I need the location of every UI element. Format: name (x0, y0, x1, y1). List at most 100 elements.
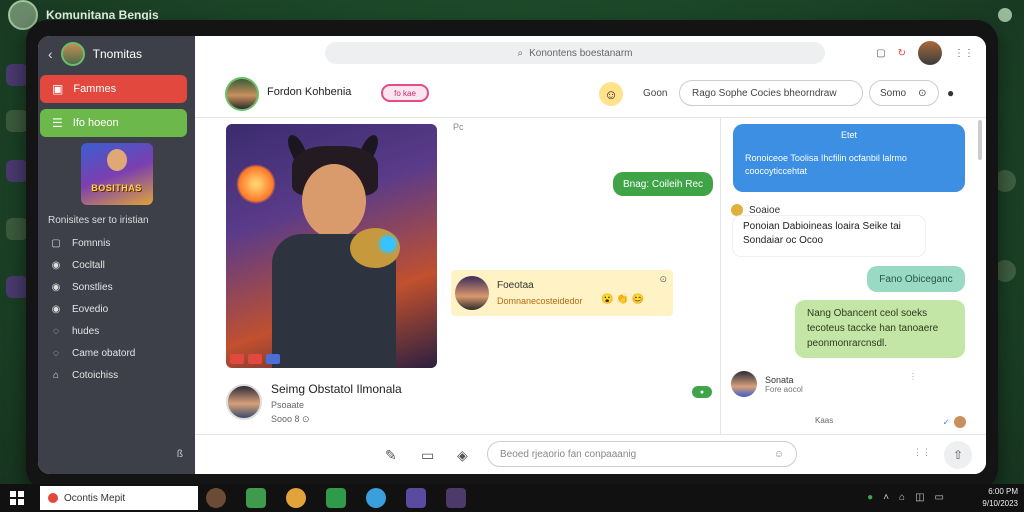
status-badge[interactable]: fo kae (381, 84, 429, 102)
character-gem (380, 236, 396, 252)
taskbar-apps (206, 488, 466, 508)
message-bubble-teal[interactable]: Fano Obiceganc (867, 266, 965, 292)
clock-date: 9/10/2023 (982, 499, 1018, 508)
post-meta: Sooo 8 ⊙ (271, 414, 310, 424)
avatar (954, 416, 966, 428)
message-bubble-white[interactable]: Ponoian Dabioineas loaira Seike tai Sond… (733, 216, 925, 256)
window-icon[interactable]: ▢ (876, 48, 885, 59)
notification-icon[interactable]: ● (947, 86, 954, 100)
refresh-icon[interactable]: ↻ (898, 48, 906, 59)
sidebar-item-3[interactable]: ◉ Eovedio (38, 298, 195, 320)
game-character-image[interactable] (226, 124, 437, 368)
post-subtitle: Psoaate (271, 400, 305, 410)
desktop-app-icon[interactable] (6, 64, 28, 86)
search-icon: ⊙ (918, 87, 927, 99)
message-sender[interactable]: Sonata Fore aocol ⋮ (731, 370, 925, 398)
shield-icon[interactable]: ◈ (457, 447, 468, 464)
battery-icon[interactable]: ▭ (935, 492, 944, 503)
taskbar-app-icon[interactable] (406, 488, 426, 508)
chat-header: Fordon Kohbenia fo kae ☺ Goon Rago Sophe… (195, 72, 986, 118)
sidebar-item-2[interactable]: ◉ Sonstlies (38, 276, 195, 298)
browser-icon[interactable] (286, 488, 306, 508)
sidebar-button-red[interactable]: ▣ Fammes (40, 75, 187, 103)
reaction-icons[interactable]: 😮 👏 😊 (601, 294, 644, 305)
taskbar-app-icon[interactable] (246, 488, 266, 508)
send-icon: ⇧ (952, 448, 964, 462)
sidebar-item-6[interactable]: ⌂ Cotoichiss (38, 364, 195, 386)
chat-header-field-2-text: Somo (880, 87, 907, 99)
game-thumbnail[interactable]: BOSITHAS (80, 143, 153, 205)
emoji-icon[interactable]: ☺ (774, 449, 784, 460)
status-icon[interactable]: ● (867, 492, 873, 503)
sender-name: Sonata (765, 374, 794, 385)
column-divider (720, 118, 721, 434)
scrollbar[interactable] (978, 120, 982, 160)
sidebar-item-label: Came obatord (72, 347, 136, 359)
message-input[interactable]: Beoed rjeaorio fan conpaaanig ☺ (487, 441, 797, 467)
emoji-icon[interactable]: ☺ (599, 82, 623, 106)
taskbar-app-icon[interactable] (326, 488, 346, 508)
image-icon[interactable]: ▭ (421, 447, 434, 464)
message-text: peonmonrarcnsdl. (807, 338, 888, 349)
system-tray: ● ˄ ⌂ ◫ ▭ (867, 492, 944, 503)
desktop-app-icon[interactable] (6, 160, 28, 182)
desktop-status-dot (998, 8, 1012, 22)
unread-badge: ● (692, 386, 712, 398)
sidebar-item-0[interactable]: ▢ Fomnnis (38, 232, 195, 254)
avatar[interactable] (918, 41, 942, 65)
shared-card[interactable]: Foeotaa Domnanecosteidedor 😮 👏 😊 ⊙ (451, 270, 673, 316)
back-icon[interactable]: ‹ (48, 46, 53, 62)
more-icon[interactable]: ⋮⋮ (913, 447, 931, 458)
chat-app-window: ‹ Tnomitas ▣ Fammes ☰ Ifo hoeon BOSITHAS… (38, 36, 986, 474)
up-arrow-icon[interactable]: ˄ (883, 492, 889, 503)
sidebar-item-5[interactable]: ◌ Came obatord (38, 342, 195, 364)
composer: ✎ ▭ ◈ Beoed rjeaorio fan conpaaanig ☺ ⋮⋮… (195, 434, 986, 474)
search-input[interactable]: ⌕ Konontens boestanarm (325, 42, 825, 64)
pen-icon[interactable]: ✎ (385, 447, 397, 464)
send-button[interactable]: ⇧ (944, 441, 972, 469)
avatar (455, 276, 489, 310)
network-icon[interactable]: ⌂ (899, 492, 905, 503)
message-bubble-blue[interactable]: Etet Ronoiceoe Toolisa Ihcfilin ocfanbil… (733, 124, 965, 192)
desktop-app-icon[interactable] (6, 276, 28, 298)
more-icon[interactable]: ⋮ (909, 372, 917, 381)
avatar[interactable] (60, 42, 85, 66)
volume-icon[interactable]: ◫ (915, 492, 924, 503)
taskbar-clock[interactable]: 6:00 PM 9/10/2023 (982, 486, 1018, 510)
desktop-app-icon[interactable] (6, 218, 28, 240)
message-text: coocoyticcehtat (745, 166, 808, 176)
message-tail-text: Kaas (815, 416, 834, 425)
clock-time: 6:00 PM (988, 487, 1018, 496)
message-header: Etet (840, 130, 857, 140)
game-character (106, 149, 127, 171)
home-icon: ⌂ (52, 369, 60, 381)
pin-icon[interactable]: ⊙ (659, 274, 667, 285)
taskbar-app-icon[interactable] (206, 488, 226, 508)
avatar[interactable] (225, 77, 259, 111)
desktop-app-icon[interactable] (6, 110, 28, 132)
sidebar-item-1[interactable]: ◉ Cocltall (38, 254, 195, 276)
sidebar-bottom-icon[interactable]: ß (177, 449, 183, 460)
sidebar-item-label: Fomnnis (72, 237, 111, 249)
message-sender: Soaioe (731, 204, 780, 216)
sidebar-item-4[interactable]: ◌ hudes (38, 320, 195, 342)
chat-header-field[interactable]: Rago Sophe Cocies bheorndraw (679, 80, 863, 106)
chat-header-field-2[interactable]: Somo ⊙ (869, 80, 939, 106)
message-bubble-light-green[interactable]: Nang Obancent ceol soeks tecoteus taccke… (795, 300, 965, 358)
image-badges (230, 354, 280, 364)
more-icon[interactable]: ⋮⋮ (954, 48, 974, 59)
main-area: ⌕ Konontens boestanarm ▢ ↻ ⋮⋮ Fordon Koh… (195, 36, 986, 474)
avatar (731, 371, 757, 397)
sidebar-button-green-label: Ifo hoeon (72, 117, 119, 129)
avatar[interactable] (226, 384, 262, 420)
search-icon: ⌕ (517, 47, 524, 59)
taskbar-app-icon[interactable] (366, 488, 386, 508)
sidebar-section-title: Ronisites ser to iristian (48, 215, 149, 226)
sidebar-button-green[interactable]: ☰ Ifo hoeon (40, 109, 187, 137)
taskbar-app-icon[interactable] (446, 488, 466, 508)
bookmark-icon: ▣ (52, 82, 64, 96)
taskbar-search-input[interactable]: Ocontis Mepit (40, 486, 198, 510)
message-bubble-green[interactable]: Bnag: Coileih Rec (613, 172, 713, 196)
sidebar-item-label: Sonstlies (72, 281, 113, 293)
windows-start-icon[interactable] (10, 491, 24, 505)
